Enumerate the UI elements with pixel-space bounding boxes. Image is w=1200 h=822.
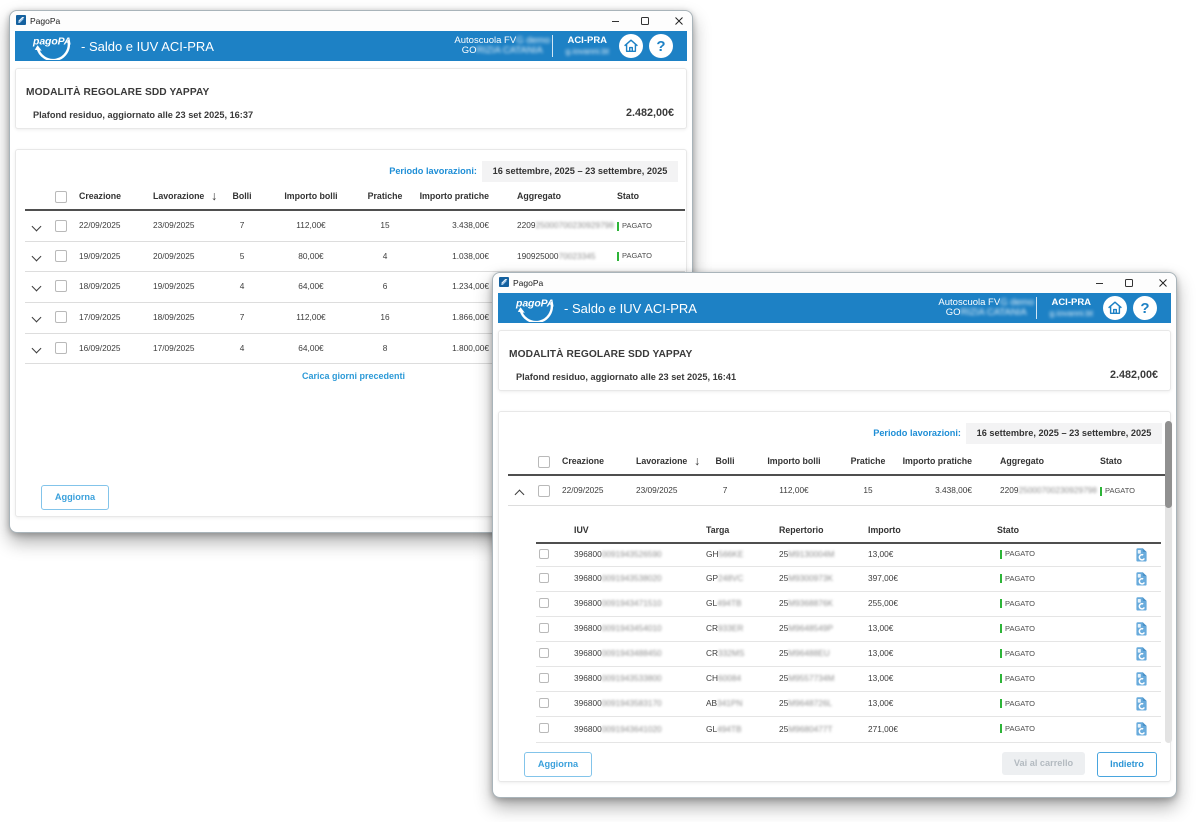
svg-text:?: ? [656,38,665,55]
svg-text:?: ? [1140,300,1149,317]
